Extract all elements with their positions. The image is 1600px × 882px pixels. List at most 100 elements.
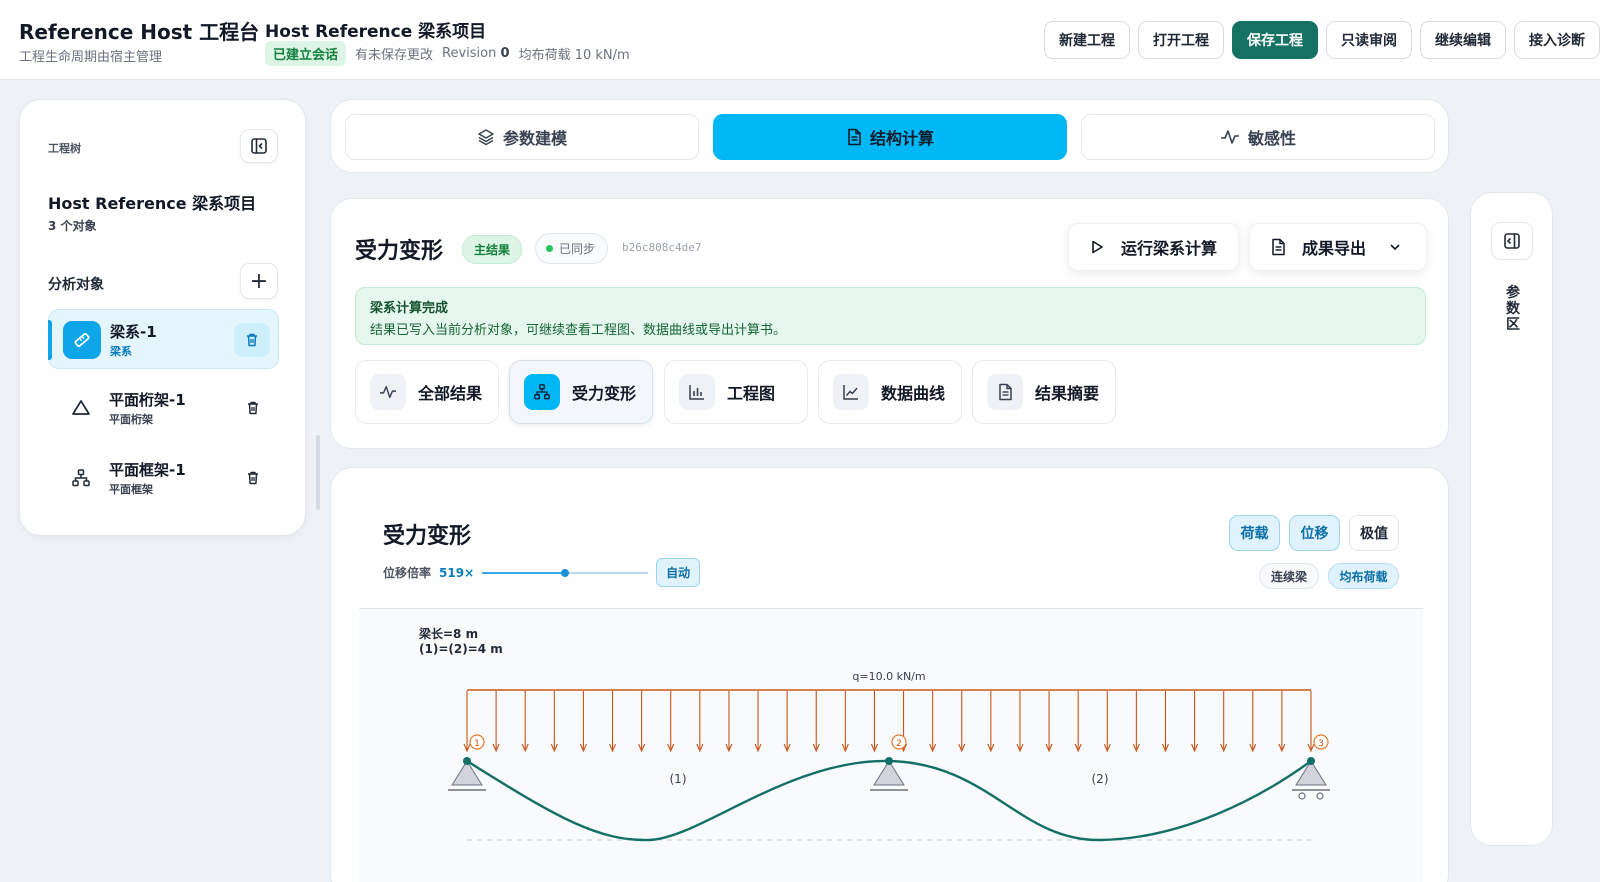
unsaved-status: 有未保存更改 <box>355 48 434 63</box>
header-actions: 新建工程 打开工程 保存工程 只读审阅 继续编辑 接入诊断 <box>1044 21 1600 59</box>
element-label-1: (1) <box>670 772 687 786</box>
top-bar: Reference Host 工程台 工程生命周期由宿主管理 Host Refe… <box>0 0 1600 80</box>
save-project-button[interactable]: 保存工程 <box>1232 21 1318 59</box>
revision-status: Revision 0 <box>442 46 510 61</box>
diagnostics-button[interactable]: 接入诊断 <box>1514 21 1600 59</box>
node-label: 2 <box>896 739 902 749</box>
add-object-button[interactable]: + <box>240 263 278 299</box>
pulse-icon <box>1220 130 1239 144</box>
expand-params-button[interactable] <box>1491 222 1533 260</box>
revision-value: 0 <box>500 46 510 61</box>
tree-object-count: 3 个对象 <box>48 219 97 233</box>
tree-item-frame[interactable]: 平面框架-1 平面框架 <box>48 448 279 508</box>
delete-truss-button[interactable] <box>235 391 271 425</box>
alert-text: 结果已写入当前分析对象，可继续查看工程图、数据曲线或导出计算书。 <box>370 323 787 338</box>
objects-heading: 分析对象 <box>48 277 104 293</box>
element-label-2: (2) <box>1092 772 1109 786</box>
tree-item-truss[interactable]: 平面桁架-1 平面桁架 <box>48 378 279 438</box>
project-tree-panel: 工程树 Host Reference 梁系项目 3 个对象 分析对象 + 梁系-… <box>19 99 306 536</box>
line-chart-icon <box>833 374 869 410</box>
result-tab-label: 结果摘要 <box>1035 384 1100 403</box>
sync-badge: 已同步 <box>535 233 609 264</box>
delete-frame-button[interactable] <box>235 461 271 495</box>
new-project-button[interactable]: 新建工程 <box>1044 21 1130 59</box>
document-icon <box>987 374 1023 410</box>
result-tab-drawings[interactable]: 工程图 <box>664 360 808 424</box>
result-tab-label: 工程图 <box>727 384 776 403</box>
layers-icon <box>478 129 494 146</box>
tree-caption: 工程树 <box>48 142 81 155</box>
chevron-down-icon <box>1390 244 1400 251</box>
main-result-badge: 主结果 <box>462 235 523 264</box>
sidebar-scrollbar[interactable] <box>316 435 320 510</box>
triangle-icon <box>62 389 100 427</box>
delete-beam-button[interactable] <box>234 323 270 357</box>
result-tab-curves[interactable]: 数据曲线 <box>818 360 962 424</box>
support-1 <box>448 757 486 791</box>
figure-title: 受力变形 <box>383 524 472 549</box>
beam-length-label: 梁长=8 m <box>418 626 478 641</box>
continue-edit-button[interactable]: 继续编辑 <box>1420 21 1506 59</box>
result-tab-summary[interactable]: 结果摘要 <box>972 360 1116 424</box>
parameter-rail: 参数区 <box>1470 192 1553 846</box>
slider-knob[interactable] <box>561 568 570 577</box>
run-beam-calc-button[interactable]: 运行梁系计算 <box>1068 223 1239 271</box>
session-badge: 已建立会话 <box>265 41 347 66</box>
support-3 <box>1292 757 1330 800</box>
node-marker-2: 2 <box>891 734 907 750</box>
toggle-extremes[interactable]: 极值 <box>1349 515 1399 551</box>
load-label: q=10.0 kN/m <box>852 670 925 683</box>
trash-icon <box>248 471 258 485</box>
tab-label: 敏感性 <box>1247 129 1296 148</box>
beam-diagram: 梁长=8 m (1)=(2)=4 m q=10.0 kN/m 1 2 3 (1)… <box>418 626 1330 842</box>
sync-dot-icon <box>546 245 553 252</box>
result-hash: b26c808c4de7 <box>622 241 702 254</box>
readonly-review-button[interactable]: 只读审阅 <box>1326 21 1412 59</box>
play-icon <box>1092 240 1103 254</box>
workflow-tabs: 参数建模 结构计算 敏感性 <box>330 99 1449 173</box>
displacement-scale-row: 位移倍率 519× 自动 <box>383 558 701 587</box>
alert-title: 梁系计算完成 <box>370 301 449 316</box>
tree-item-type: 平面桁架 <box>109 413 153 426</box>
trash-icon <box>248 401 258 415</box>
deformation-plot: 梁长=8 m (1)=(2)=4 m q=10.0 kN/m 1 2 3 (1)… <box>359 608 1423 882</box>
result-tab-all[interactable]: 全部结果 <box>355 360 499 424</box>
result-tab-label: 受力变形 <box>572 384 637 403</box>
collapse-sidebar-button[interactable] <box>240 129 278 163</box>
sync-label: 已同步 <box>559 242 596 256</box>
deformation-figure-card: 受力变形 位移倍率 519× 自动 荷载 位移 极值 连续梁 均布荷载 梁长=8… <box>330 467 1449 882</box>
tab-parametric-modeling[interactable]: 参数建模 <box>345 114 699 160</box>
toggle-displacement[interactable]: 位移 <box>1289 515 1340 551</box>
tab-sensitivity[interactable]: 敏感性 <box>1081 114 1435 160</box>
displacement-scale-slider[interactable] <box>482 566 649 580</box>
auto-scale-button[interactable]: 自动 <box>656 558 701 587</box>
span-label: (1)=(2)=4 m <box>419 642 503 656</box>
node-marker-3: 3 <box>1313 734 1329 750</box>
tree-item-name: 平面框架-1 <box>109 461 186 479</box>
export-label: 成果导出 <box>1302 239 1367 258</box>
revision-label: Revision <box>442 46 497 61</box>
open-project-button[interactable]: 打开工程 <box>1138 21 1224 59</box>
tab-label: 参数建模 <box>502 129 567 148</box>
toggle-load[interactable]: 荷载 <box>1229 515 1280 551</box>
plus-icon: + <box>249 268 269 294</box>
project-title: Host Reference 梁系项目 <box>265 22 487 42</box>
tree-item-type: 梁系 <box>110 345 132 358</box>
chip-continuous-beam[interactable]: 连续梁 <box>1259 563 1319 589</box>
params-label: 参数区 <box>1506 285 1520 333</box>
export-results-button[interactable]: 成果导出 <box>1249 223 1427 271</box>
load-arrows <box>463 691 1315 753</box>
frame-icon <box>62 459 100 497</box>
node-label: 1 <box>474 739 480 749</box>
node-marker-1: 1 <box>469 734 485 750</box>
chip-distributed-load[interactable]: 均布荷载 <box>1328 563 1399 589</box>
project-meta: 已建立会话 有未保存更改 Revision 0 均布荷载 10 kN/m <box>265 41 630 66</box>
panel-collapse-icon <box>251 138 267 154</box>
document-icon <box>848 128 861 146</box>
tab-structural-calc[interactable]: 结构计算 <box>713 114 1067 160</box>
tree-item-name: 梁系-1 <box>110 323 157 341</box>
ruler-icon <box>63 321 101 359</box>
result-section: 受力变形 主结果 已同步 b26c808c4de7 运行梁系计算 成果导出 梁系… <box>330 198 1449 449</box>
result-tab-deformation[interactable]: 受力变形 <box>509 360 653 424</box>
tree-item-beam[interactable]: 梁系-1 梁系 <box>48 309 279 369</box>
